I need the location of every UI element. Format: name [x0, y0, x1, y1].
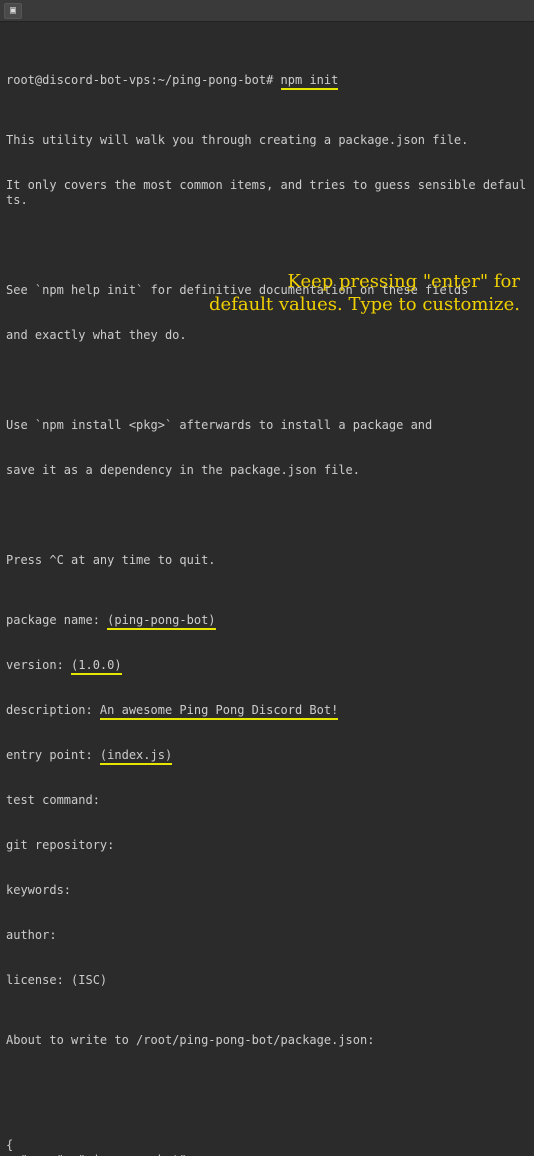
annotation-line-2: default values. Type to customize.: [209, 293, 520, 316]
field-label: package name:: [6, 613, 107, 627]
output-line: Use `npm install <pkg>` afterwards to in…: [6, 418, 528, 433]
field-value: (index.js): [100, 748, 172, 765]
output-line: It only covers the most common items, an…: [6, 178, 528, 208]
shell-prompt-prefix: root@discord-bot-vps:~/ping-pong-bot#: [6, 73, 281, 87]
field-entry-point: entry point: (index.js): [6, 748, 528, 763]
field-test-command: test command:: [6, 793, 528, 808]
new-tab-icon: ▣: [10, 6, 16, 16]
field-package-name: package name: (ping-pong-bot): [6, 613, 528, 628]
new-tab-button[interactable]: ▣: [4, 3, 22, 19]
about-to-write-line: About to write to /root/ping-pong-bot/pa…: [6, 1033, 528, 1048]
field-license: license: (ISC): [6, 973, 528, 988]
field-label: version:: [6, 658, 71, 672]
field-value: An awesome Ping Pong Discord Bot!: [100, 703, 338, 720]
annotation-overlay: Keep pressing "enter" for default values…: [209, 270, 520, 317]
field-value: (1.0.0): [71, 658, 122, 675]
field-git-repository: git repository:: [6, 838, 528, 853]
field-label: description:: [6, 703, 100, 717]
field-value: (ping-pong-bot): [107, 613, 215, 630]
tab-bar: ▣: [0, 0, 534, 22]
terminal-area[interactable]: root@discord-bot-vps:~/ping-pong-bot# np…: [0, 22, 534, 1156]
field-version: version: (1.0.0): [6, 658, 528, 673]
field-author: author:: [6, 928, 528, 943]
typed-command: npm init: [281, 73, 339, 90]
annotation-line-1: Keep pressing "enter" for: [209, 270, 520, 293]
output-line: save it as a dependency in the package.j…: [6, 463, 528, 478]
field-label: entry point:: [6, 748, 100, 762]
json-preview: { "name": "ping-pong-bot", "version": "1…: [6, 1138, 528, 1156]
field-keywords: keywords:: [6, 883, 528, 898]
output-line: and exactly what they do.: [6, 328, 528, 343]
field-description: description: An awesome Ping Pong Discor…: [6, 703, 528, 718]
prompt-line: root@discord-bot-vps:~/ping-pong-bot# np…: [6, 73, 528, 88]
output-line: This utility will walk you through creat…: [6, 133, 528, 148]
output-line: Press ^C at any time to quit.: [6, 553, 528, 568]
